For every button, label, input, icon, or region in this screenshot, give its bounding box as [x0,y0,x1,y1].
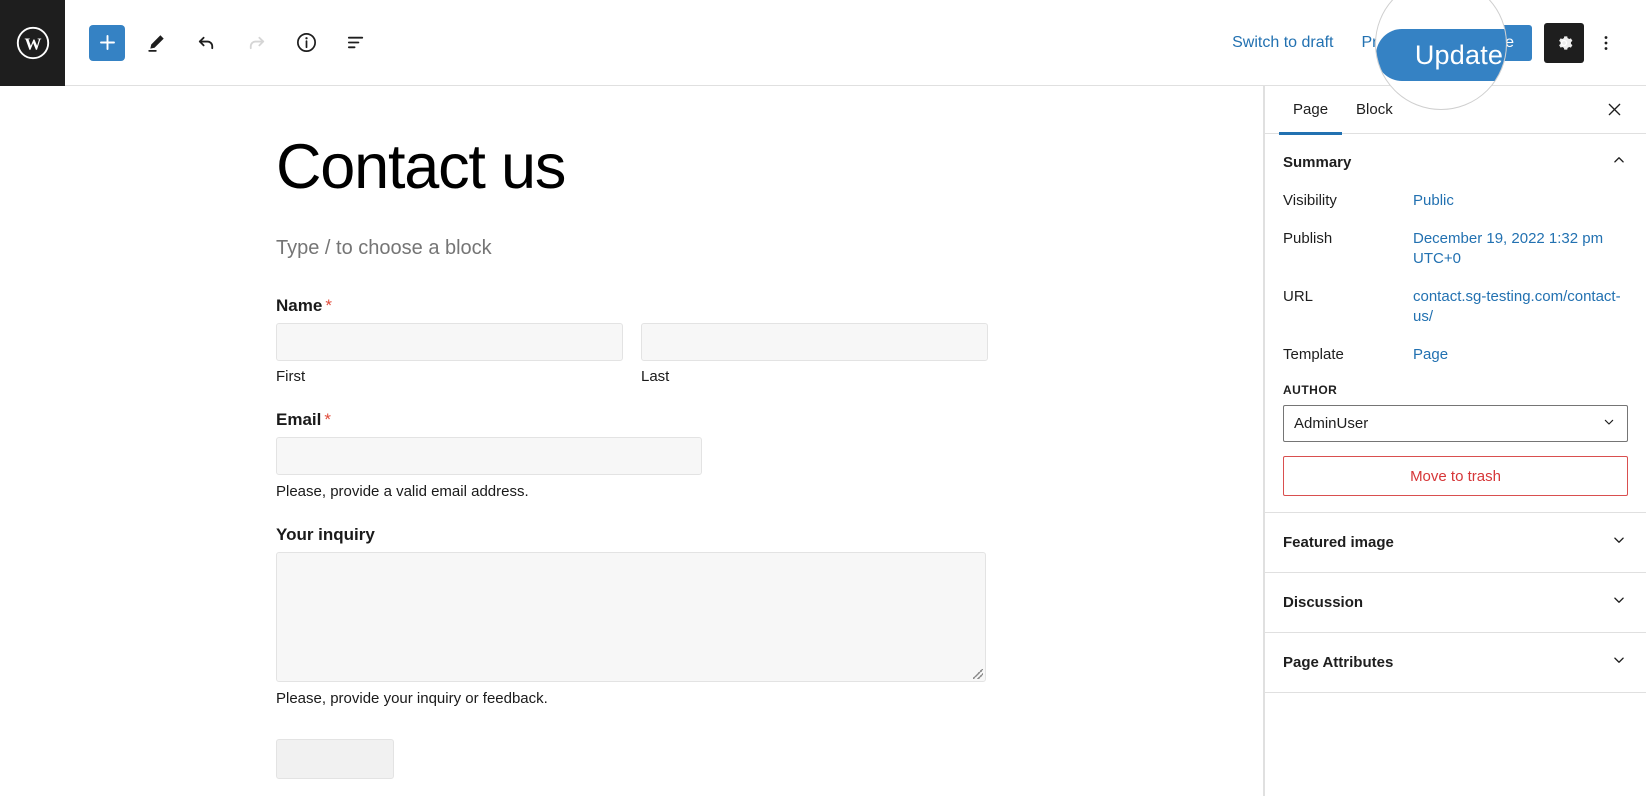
last-name-column: Last [641,322,988,385]
close-x-icon [1608,103,1620,116]
tools-pencil-button[interactable] [137,24,175,62]
visibility-label: Visibility [1283,192,1337,209]
discussion-label: Discussion [1283,594,1364,612]
chevron-down-icon [1610,651,1628,674]
template-value[interactable]: Page [1413,345,1628,365]
publish-date-value[interactable]: December 19, 2022 1:32 pm UTC+0 [1413,229,1628,269]
settings-sidebar: Page Block Summary Visibility Public Pub… [1264,86,1646,796]
inquiry-field-label: Your inquiry [276,524,375,544]
last-name-input[interactable] [641,322,988,361]
chevron-down-icon [1610,531,1628,554]
details-info-button[interactable] [287,24,325,62]
name-inputs-row: First Last [276,322,988,385]
inquiry-textarea[interactable] [276,551,986,682]
email-field-label: Email * [276,410,988,430]
featured-image-panel[interactable]: Featured image [1265,513,1646,574]
first-name-column: First [276,322,623,385]
list-view-button[interactable] [337,24,375,62]
close-sidebar-button[interactable] [1594,90,1634,130]
email-input[interactable] [276,436,702,475]
submit-button-partial[interactable] [276,738,394,779]
undo-button[interactable] [187,24,225,62]
email-help-text: Please, provide a valid email address. [276,482,529,500]
update-button[interactable]: Update [1444,24,1532,61]
email-label-text: Email [276,409,322,429]
name-field-label: Name * [276,296,988,316]
author-selected-value: AdminUser [1294,415,1369,433]
url-label: URL [1283,287,1314,305]
featured-image-label: Featured image [1283,534,1394,552]
wordpress-logo-icon[interactable]: W [0,0,65,86]
template-label: Template [1283,346,1344,364]
url-row: URL contact.sg-testing.com/contact-us/ [1283,287,1628,328]
move-to-trash-button[interactable]: Move to trash [1283,456,1628,497]
toolbar-left-group [65,24,375,62]
page-attributes-label: Page Attributes [1283,654,1394,672]
discussion-panel[interactable]: Discussion [1265,573,1646,634]
sidebar-tabs: Page Block [1265,86,1646,135]
page-title[interactable]: Contact us [276,132,1040,203]
publish-row: Publish December 19, 2022 1:32 pm UTC+0 [1283,229,1628,269]
tab-page[interactable]: Page [1279,86,1343,135]
first-name-input[interactable] [276,322,623,361]
visibility-value[interactable]: Public [1413,191,1628,211]
summary-panel-body: Visibility Public Publish December 19, 2… [1265,191,1646,512]
summary-panel-title: Summary [1283,154,1352,171]
last-name-sublabel: Last [641,367,670,385]
chevron-down-icon [1601,414,1617,434]
wordpress-block-editor: W Switch to draft Preview Update Contact… [0,0,1646,796]
redo-button[interactable] [237,24,275,62]
visibility-row: Visibility Public [1283,191,1628,211]
publish-label: Publish [1283,229,1333,247]
chevron-up-icon [1610,151,1628,174]
email-field-group: Email * Please, provide a valid email add… [276,410,988,500]
inquiry-field-group: Your inquiry Please, provide your inquir… [276,525,988,779]
author-section-label: AUTHOR [1283,383,1338,398]
tab-block[interactable]: Block [1342,86,1407,134]
editor-toolbar: W Switch to draft Preview Update [0,0,1646,86]
empty-block-placeholder[interactable]: Type / to choose a block [276,237,1040,260]
add-block-button[interactable] [89,24,125,61]
toolbar-right-group: Switch to draft Preview Update [1218,22,1646,63]
page-attributes-panel[interactable]: Page Attributes [1265,633,1646,694]
svg-text:W: W [24,34,41,53]
template-row: Template Page [1283,345,1628,365]
editor-canvas: Contact us Type / to choose a block Name… [0,86,1264,796]
switch-to-draft-button[interactable]: Switch to draft [1218,26,1347,60]
url-value[interactable]: contact.sg-testing.com/contact-us/ [1413,287,1628,328]
more-options-button[interactable] [1588,23,1624,63]
contact-form-block: Name * First Last Email * Please, provid… [276,296,988,779]
preview-button[interactable]: Preview [1348,26,1433,60]
settings-gear-button[interactable] [1544,22,1584,63]
chevron-down-icon [1610,591,1628,614]
textarea-resize-handle[interactable] [973,668,983,679]
email-required-marker: * [324,409,331,429]
summary-panel-header[interactable]: Summary [1265,134,1646,191]
inquiry-help-text: Please, provide your inquiry or feedback… [276,689,548,707]
name-field-group: Name * First Last [276,296,988,385]
first-name-sublabel: First [276,367,306,385]
name-label-text: Name [276,295,323,315]
author-select[interactable]: AdminUser [1283,405,1628,443]
name-required-marker: * [325,295,332,315]
content-wrapper: Contact us Type / to choose a block Name… [0,86,1040,779]
